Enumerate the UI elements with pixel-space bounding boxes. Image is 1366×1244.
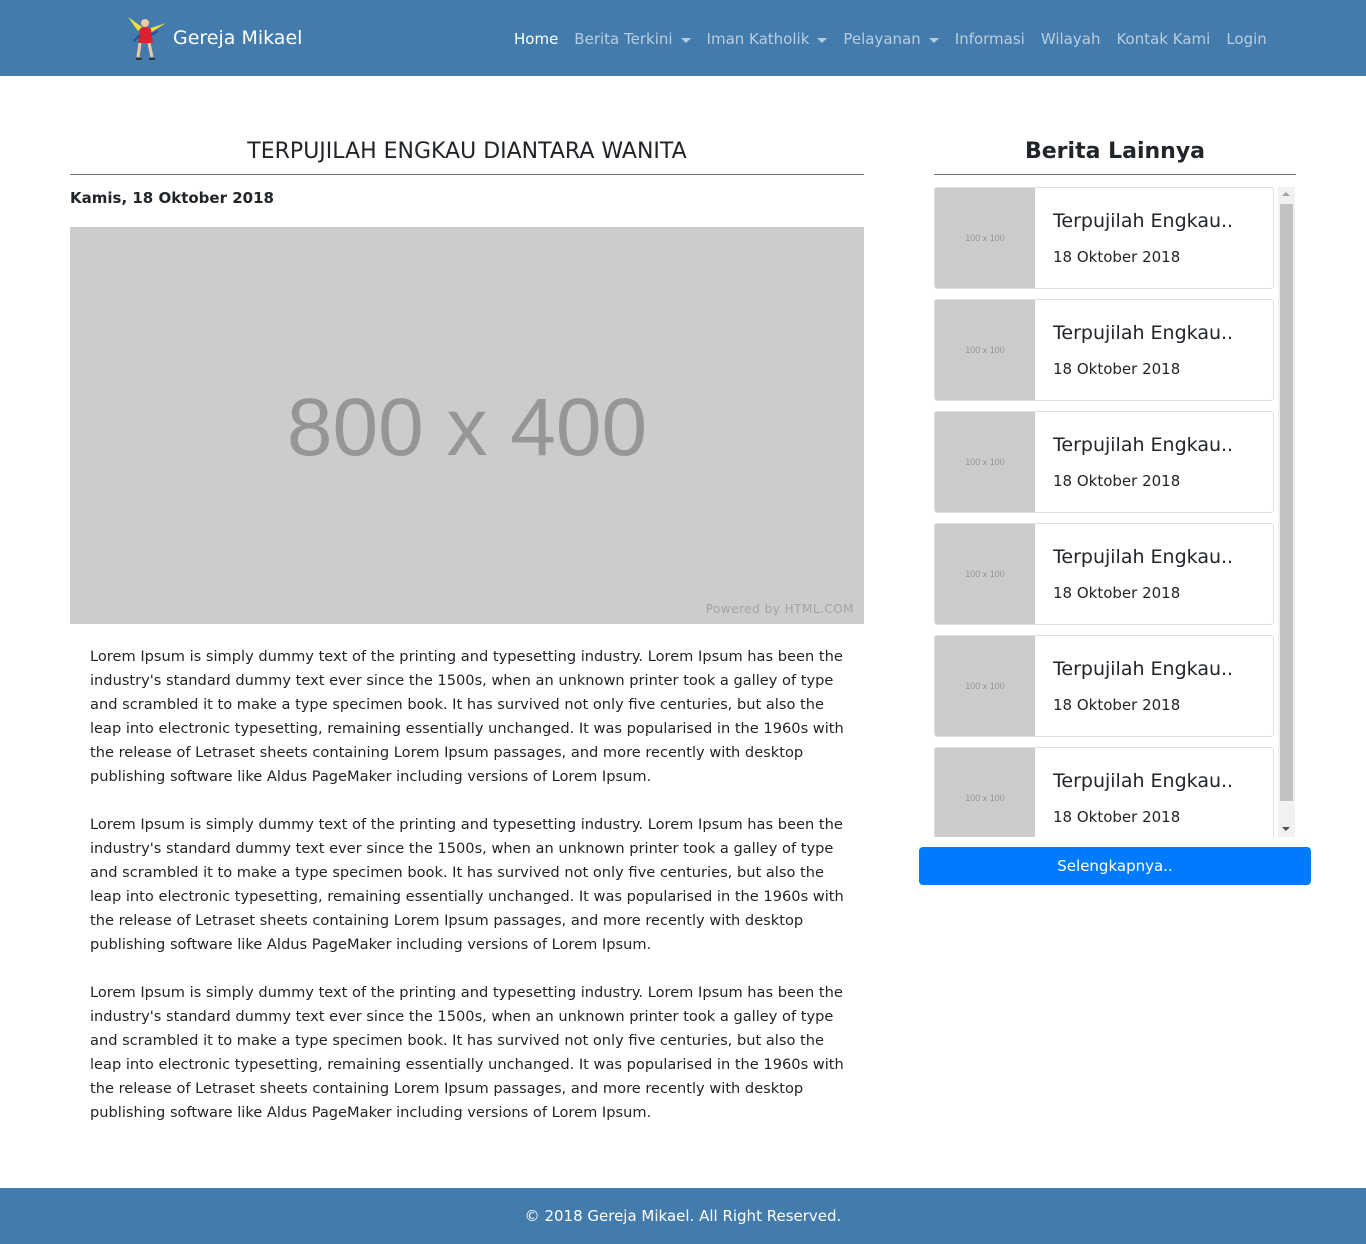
article-paragraph: Lorem Ipsum is simply dummy text of the … — [90, 816, 844, 953]
nav-item-login[interactable]: Login — [1218, 30, 1274, 48]
news-card-title[interactable]: Terpujilah Engkau.. — [1053, 322, 1233, 344]
nav-label: Pelayanan — [843, 30, 921, 48]
nav-item-informasi[interactable]: Informasi — [947, 30, 1033, 48]
brand-name: Gereja Mikael — [173, 27, 303, 49]
more-news-button[interactable]: Selengkapnya.. — [919, 847, 1311, 885]
article-hero-image: 800 x 400 Powered by HTML.COM — [70, 227, 864, 624]
thumbnail-label: 100 x 100 — [965, 793, 1005, 803]
nav-label: Login — [1226, 30, 1267, 48]
footer-copyright: © 2018 Gereja Mikael. All Right Reserved… — [524, 1207, 842, 1225]
nav-label: Informasi — [954, 30, 1025, 48]
brand-link[interactable]: Gereja Mikael — [126, 10, 302, 66]
article-paragraph: Lorem Ipsum is simply dummy text of the … — [90, 984, 844, 1121]
thumbnail-label: 100 x 100 — [965, 233, 1005, 243]
related-news-list[interactable]: 100 x 100 Terpujilah Engkau.. 18 Oktober… — [934, 187, 1295, 837]
news-card-title[interactable]: Terpujilah Engkau.. — [1053, 546, 1233, 568]
news-card[interactable]: 100 x 100 Terpujilah Engkau.. 18 Oktober… — [934, 747, 1274, 837]
news-thumbnail: 100 x 100 — [935, 412, 1035, 512]
hero-image-placeholder: 800 x 400 — [70, 227, 864, 624]
news-thumbnail: 100 x 100 — [935, 524, 1035, 624]
news-thumbnail: 100 x 100 — [935, 748, 1035, 837]
thumbnail-label: 100 x 100 — [965, 457, 1005, 467]
article-paragraph: Lorem Ipsum is simply dummy text of the … — [90, 648, 844, 785]
news-card-title[interactable]: Terpujilah Engkau.. — [1053, 770, 1233, 792]
thumbnail-label: 100 x 100 — [965, 345, 1005, 355]
archangel-logo-icon — [128, 17, 166, 60]
news-card[interactable]: 100 x 100 Terpujilah Engkau.. 18 Oktober… — [934, 523, 1274, 625]
news-card-date: 18 Oktober 2018 — [1053, 696, 1181, 714]
article-title: TERPUJILAH ENGKAU DIANTARA WANITA — [70, 137, 864, 175]
caret-down-icon — [928, 37, 939, 43]
main-nav: Home Berita Terkini Iman Katholik Pelaya… — [506, 27, 1275, 51]
news-card-date: 18 Oktober 2018 — [1053, 472, 1181, 490]
news-card[interactable]: 100 x 100 Terpujilah Engkau.. 18 Oktober… — [934, 299, 1274, 401]
article-body: Lorem Ipsum is simply dummy text of the … — [90, 645, 850, 1149]
nav-label: Wilayah — [1040, 30, 1101, 48]
thumbnail-label: 100 x 100 — [965, 569, 1005, 579]
top-navbar: Gereja Mikael Home Berita Terkini Iman K… — [0, 0, 1366, 76]
hero-image-credit: Powered by HTML.COM — [705, 602, 854, 616]
nav-item-iman-katholik[interactable]: Iman Katholik — [699, 30, 836, 48]
news-card-date: 18 Oktober 2018 — [1053, 248, 1181, 266]
news-card-title[interactable]: Terpujilah Engkau.. — [1053, 658, 1233, 680]
caret-down-icon — [817, 37, 828, 43]
nav-item-kontak-kami[interactable]: Kontak Kami — [1108, 30, 1218, 48]
nav-label: Berita Terkini — [574, 30, 673, 48]
news-card-title[interactable]: Terpujilah Engkau.. — [1053, 210, 1233, 232]
nav-label: Home — [514, 30, 559, 48]
footer: © 2018 Gereja Mikael. All Right Reserved… — [0, 1188, 1366, 1244]
nav-label: Kontak Kami — [1116, 30, 1211, 48]
scroll-up-arrow-icon[interactable] — [1282, 192, 1290, 196]
sidebar-scrollbar[interactable] — [1278, 187, 1295, 837]
sidebar-title: Berita Lainnya — [934, 137, 1296, 175]
nav-item-wilayah[interactable]: Wilayah — [1033, 30, 1109, 48]
news-card[interactable]: 100 x 100 Terpujilah Engkau.. 18 Oktober… — [934, 411, 1274, 513]
news-card-date: 18 Oktober 2018 — [1053, 808, 1181, 826]
caret-down-icon — [680, 37, 691, 43]
news-thumbnail: 100 x 100 — [935, 300, 1035, 400]
thumbnail-label: 100 x 100 — [965, 681, 1005, 691]
article-date: Kamis, 18 Oktober 2018 — [70, 189, 274, 207]
nav-label: Iman Katholik — [706, 30, 810, 48]
news-card[interactable]: 100 x 100 Terpujilah Engkau.. 18 Oktober… — [934, 635, 1274, 737]
scrollbar-thumb[interactable] — [1280, 204, 1293, 801]
news-thumbnail: 100 x 100 — [935, 636, 1035, 736]
hero-image-label: 800 x 400 — [286, 382, 648, 473]
nav-item-home[interactable]: Home — [506, 30, 566, 48]
news-card-date: 18 Oktober 2018 — [1053, 360, 1181, 378]
news-thumbnail: 100 x 100 — [935, 188, 1035, 288]
news-card[interactable]: 100 x 100 Terpujilah Engkau.. 18 Oktober… — [934, 187, 1274, 289]
scroll-down-arrow-icon[interactable] — [1282, 827, 1290, 831]
nav-item-pelayanan[interactable]: Pelayanan — [835, 30, 946, 48]
news-card-date: 18 Oktober 2018 — [1053, 584, 1181, 602]
nav-item-berita-terkini[interactable]: Berita Terkini — [566, 30, 698, 48]
news-card-title[interactable]: Terpujilah Engkau.. — [1053, 434, 1233, 456]
